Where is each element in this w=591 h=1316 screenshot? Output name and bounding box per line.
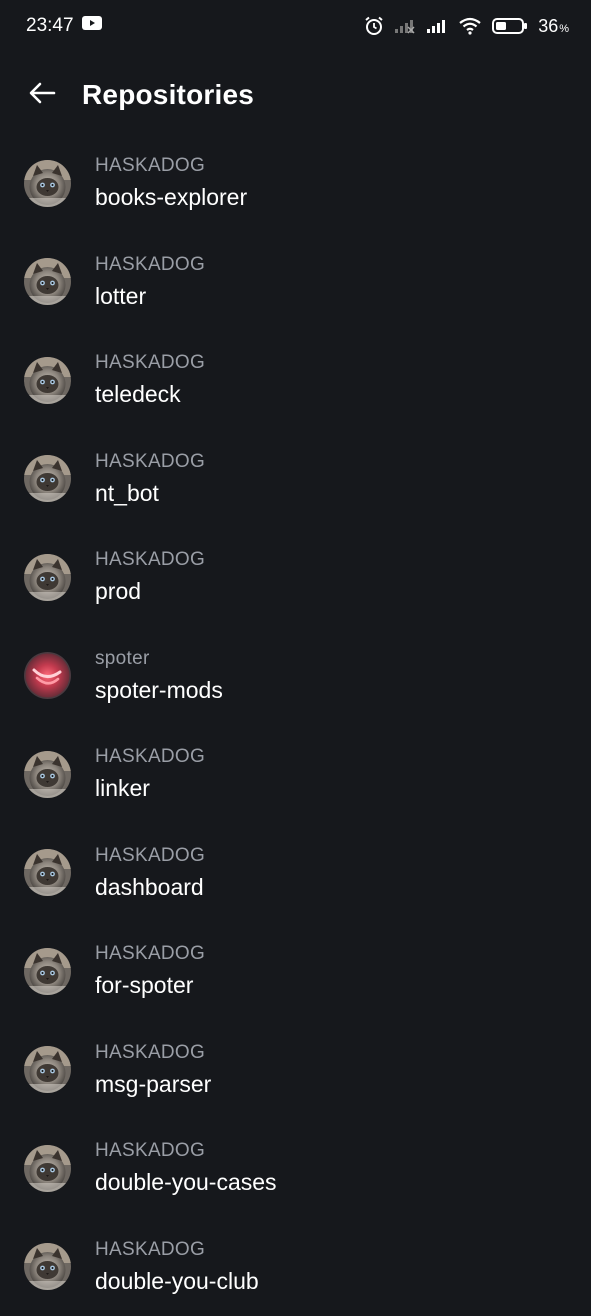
repository-name: nt_bot [95, 478, 205, 508]
repository-owner: HASKADOG [95, 1139, 277, 1163]
repository-list: HASKADOGbooks-explorerHASKADOGlotterHASK… [0, 134, 591, 1316]
repository-text: HASKADOG for-spoter [95, 942, 205, 1000]
repository-text: HASKADOG double-you-club [95, 1238, 259, 1296]
owner-avatar-haskadog [24, 357, 71, 404]
repository-list-item[interactable]: HASKADOG nt_bot [0, 430, 591, 529]
owner-avatar-haskadog [24, 849, 71, 896]
owner-avatar-haskadog [24, 554, 71, 601]
repository-text: HASKADOG books-explorer [95, 154, 247, 212]
repository-text: HASKADOG linker [95, 745, 205, 803]
repository-text: HASKADOG double-you-cases [95, 1139, 277, 1197]
arrow-left-icon [28, 81, 56, 110]
page-title: Repositories [82, 79, 254, 111]
signal-no-service-icon [394, 18, 416, 34]
repository-text: spoter spoter-mods [95, 647, 223, 705]
repository-owner: HASKADOG [95, 154, 247, 178]
repository-name: msg-parser [95, 1069, 211, 1099]
repository-owner: HASKADOG [95, 745, 205, 769]
owner-avatar-haskadog [24, 1243, 71, 1290]
repository-list-item[interactable]: spoter spoter-mods [0, 627, 591, 726]
repository-owner: HASKADOG [95, 942, 205, 966]
repository-name: linker [95, 773, 205, 803]
repository-text: HASKADOG nt_bot [95, 450, 205, 508]
status-time: 23:47 [26, 15, 74, 37]
signal-icon [426, 18, 448, 34]
repository-list-item[interactable]: HASKADOG msg-parser [0, 1021, 591, 1120]
repository-owner: HASKADOG [95, 1238, 259, 1262]
repository-list-item[interactable]: HASKADOG linker [0, 725, 591, 824]
repository-owner: HASKADOG [95, 1041, 211, 1065]
owner-avatar-spoter [24, 652, 71, 699]
repository-text: HASKADOG lotter [95, 253, 205, 311]
repository-name: spoter-mods [95, 675, 223, 705]
repository-name: dashboard [95, 872, 205, 902]
repository-name: double-you-cases [95, 1167, 277, 1197]
repository-name: books-explorer [95, 182, 247, 212]
repository-list-item[interactable]: HASKADOG dashboard [0, 824, 591, 923]
repository-list-item[interactable]: HASKADOG for-spoter [0, 922, 591, 1021]
repository-text: HASKADOG msg-parser [95, 1041, 211, 1099]
youtube-icon [82, 15, 102, 37]
repository-name: double-you-club [95, 1266, 259, 1296]
repository-list-item[interactable]: HASKADOG double-you-cases [0, 1119, 591, 1218]
repository-list-item[interactable]: HASKADOG books-explorer [0, 134, 591, 233]
repository-name: prod [95, 576, 205, 606]
repository-text: HASKADOG prod [95, 548, 205, 606]
repository-owner: HASKADOG [95, 253, 205, 277]
repository-list-item[interactable]: HASKADOG lotter [0, 233, 591, 332]
owner-avatar-haskadog [24, 948, 71, 995]
repository-list-item[interactable]: HASKADOG teledeck [0, 331, 591, 430]
owner-avatar-haskadog [24, 1046, 71, 1093]
owner-avatar-haskadog [24, 258, 71, 305]
alarm-icon [364, 16, 384, 36]
repository-owner: HASKADOG [95, 548, 205, 572]
repository-name: teledeck [95, 379, 205, 409]
battery-percent: 36% [538, 16, 569, 37]
back-button[interactable] [22, 75, 62, 115]
repository-name: for-spoter [95, 970, 205, 1000]
owner-avatar-haskadog [24, 455, 71, 502]
repository-list-item[interactable]: HASKADOG double-you-club [0, 1218, 591, 1316]
repository-name: lotter [95, 281, 205, 311]
battery-icon [492, 17, 528, 35]
wifi-icon [458, 17, 482, 35]
owner-avatar-haskadog [24, 160, 71, 207]
repository-owner: spoter [95, 647, 223, 671]
repository-text: HASKADOG teledeck [95, 351, 205, 409]
repository-owner: HASKADOG [95, 450, 205, 474]
repository-owner: HASKADOG [95, 351, 205, 375]
repository-list-item[interactable]: HASKADOG prod [0, 528, 591, 627]
repository-text: HASKADOG dashboard [95, 844, 205, 902]
app-bar: Repositories [0, 60, 591, 130]
owner-avatar-haskadog [24, 751, 71, 798]
status-bar: 23:47 36% [0, 0, 591, 52]
owner-avatar-haskadog [24, 1145, 71, 1192]
repository-owner: HASKADOG [95, 844, 205, 868]
